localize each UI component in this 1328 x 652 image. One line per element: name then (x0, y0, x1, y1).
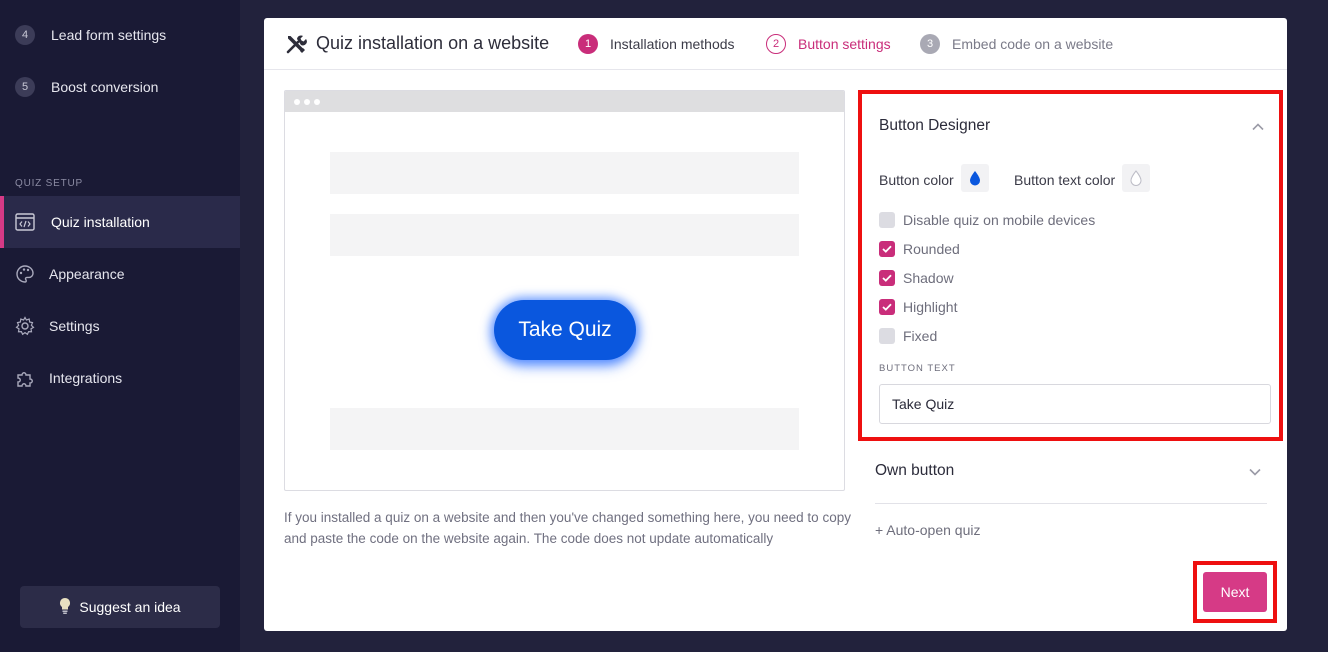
suggest-idea-label: Suggest an idea (79, 599, 181, 615)
wizard-step-number: 1 (578, 34, 598, 54)
button-color-picker[interactable] (961, 164, 989, 192)
code-window-icon (15, 212, 35, 232)
sidebar-item-appearance[interactable]: Appearance (0, 248, 240, 300)
step-number-badge: 4 (15, 25, 35, 45)
wizard-step-label: Installation methods (610, 36, 735, 52)
button-designer-title[interactable]: Button Designer (879, 117, 990, 135)
card-header: Quiz installation on a website 1 Install… (264, 18, 1287, 70)
sidebar: 4 Lead form settings 5 Boost conversion … (0, 0, 240, 652)
chevron-down-icon (1249, 468, 1261, 476)
sidebar-item-integrations[interactable]: Integrations (0, 352, 240, 404)
option-label: Rounded (903, 241, 960, 257)
check-icon (882, 274, 892, 282)
take-quiz-preview-button[interactable]: Take Quiz (494, 300, 636, 360)
wizard-step-number: 2 (766, 34, 786, 54)
checkbox-unchecked[interactable] (879, 328, 895, 344)
option-fixed[interactable]: Fixed (879, 327, 937, 345)
option-shadow[interactable]: Shadow (879, 269, 954, 287)
placeholder-block (330, 152, 799, 194)
update-hint-text: If you installed a quiz on a website and… (284, 510, 851, 546)
checkbox-checked[interactable] (879, 270, 895, 286)
sidebar-item-label: Appearance (49, 266, 125, 282)
palette-icon (15, 264, 35, 284)
option-label: Highlight (903, 299, 958, 315)
checkbox-checked[interactable] (879, 241, 895, 257)
option-label: Shadow (903, 270, 954, 286)
wizard-step-installation-methods[interactable]: 1 Installation methods (578, 34, 735, 54)
sidebar-item-label: Quiz installation (51, 214, 150, 230)
checkbox-unchecked[interactable] (879, 212, 895, 228)
sidebar-item-label: Settings (49, 318, 100, 334)
button-text-label: BUTTON TEXT (879, 363, 956, 374)
gear-icon (15, 316, 35, 336)
wizard-step-label: Embed code on a website (952, 36, 1114, 52)
option-highlight[interactable]: Highlight (879, 298, 957, 316)
window-dot (294, 99, 300, 105)
wizard-step-button-settings[interactable]: 2 Button settings (766, 34, 891, 54)
placeholder-block (330, 408, 799, 450)
wizard-step-label: Button settings (798, 36, 891, 52)
window-dot (314, 99, 320, 105)
button-text-color-label: Button text color (1014, 172, 1116, 188)
sidebar-step-label: Boost conversion (51, 79, 159, 95)
puzzle-icon (15, 368, 35, 388)
option-label: Fixed (903, 328, 938, 344)
option-label: Disable quiz on mobile devices (903, 212, 1096, 228)
window-dot (304, 99, 310, 105)
own-button-label: Own button (875, 462, 955, 479)
checkbox-checked[interactable] (879, 299, 895, 315)
placeholder-block (330, 214, 799, 256)
drop-outline-icon (1130, 170, 1142, 186)
page-title: Quiz installation on a website (316, 33, 550, 53)
step-number-badge: 5 (15, 77, 35, 97)
own-button-section[interactable]: Own button (875, 458, 1267, 504)
option-disable-mobile[interactable]: Disable quiz on mobile devices (879, 211, 1095, 229)
chevron-up-icon[interactable] (1251, 120, 1265, 134)
sidebar-step-label: Lead form settings (51, 27, 167, 43)
sidebar-item-quiz-installation[interactable]: Quiz installation (0, 196, 240, 248)
check-icon (882, 303, 892, 311)
sidebar-item-settings[interactable]: Settings (0, 300, 240, 352)
suggest-idea-button[interactable]: Suggest an idea (20, 586, 220, 628)
next-button-highlight: Next (1193, 561, 1277, 623)
button-color-label: Button color (879, 172, 954, 188)
tools-icon (285, 33, 307, 55)
lightbulb-icon (59, 597, 71, 618)
auto-open-quiz-link[interactable]: + Auto-open quiz (875, 522, 980, 538)
section-title: QUIZ SETUP (15, 178, 84, 189)
button-text-color-picker[interactable] (1122, 164, 1150, 192)
sidebar-item-label: Integrations (49, 370, 123, 386)
check-icon (882, 245, 892, 253)
wizard-step-embed-code[interactable]: 3 Embed code on a website (920, 34, 1113, 54)
wizard-step-number: 3 (920, 34, 940, 54)
option-rounded[interactable]: Rounded (879, 240, 960, 258)
main-card: Quiz installation on a website 1 Install… (264, 18, 1287, 631)
browser-bar (285, 91, 844, 112)
button-text-input[interactable] (879, 384, 1271, 424)
button-preview-frame: Take Quiz (284, 90, 845, 491)
next-button[interactable]: Next (1203, 572, 1267, 612)
drop-icon (970, 171, 980, 186)
button-designer-panel: Button Designer Button color Button text… (858, 90, 1283, 441)
